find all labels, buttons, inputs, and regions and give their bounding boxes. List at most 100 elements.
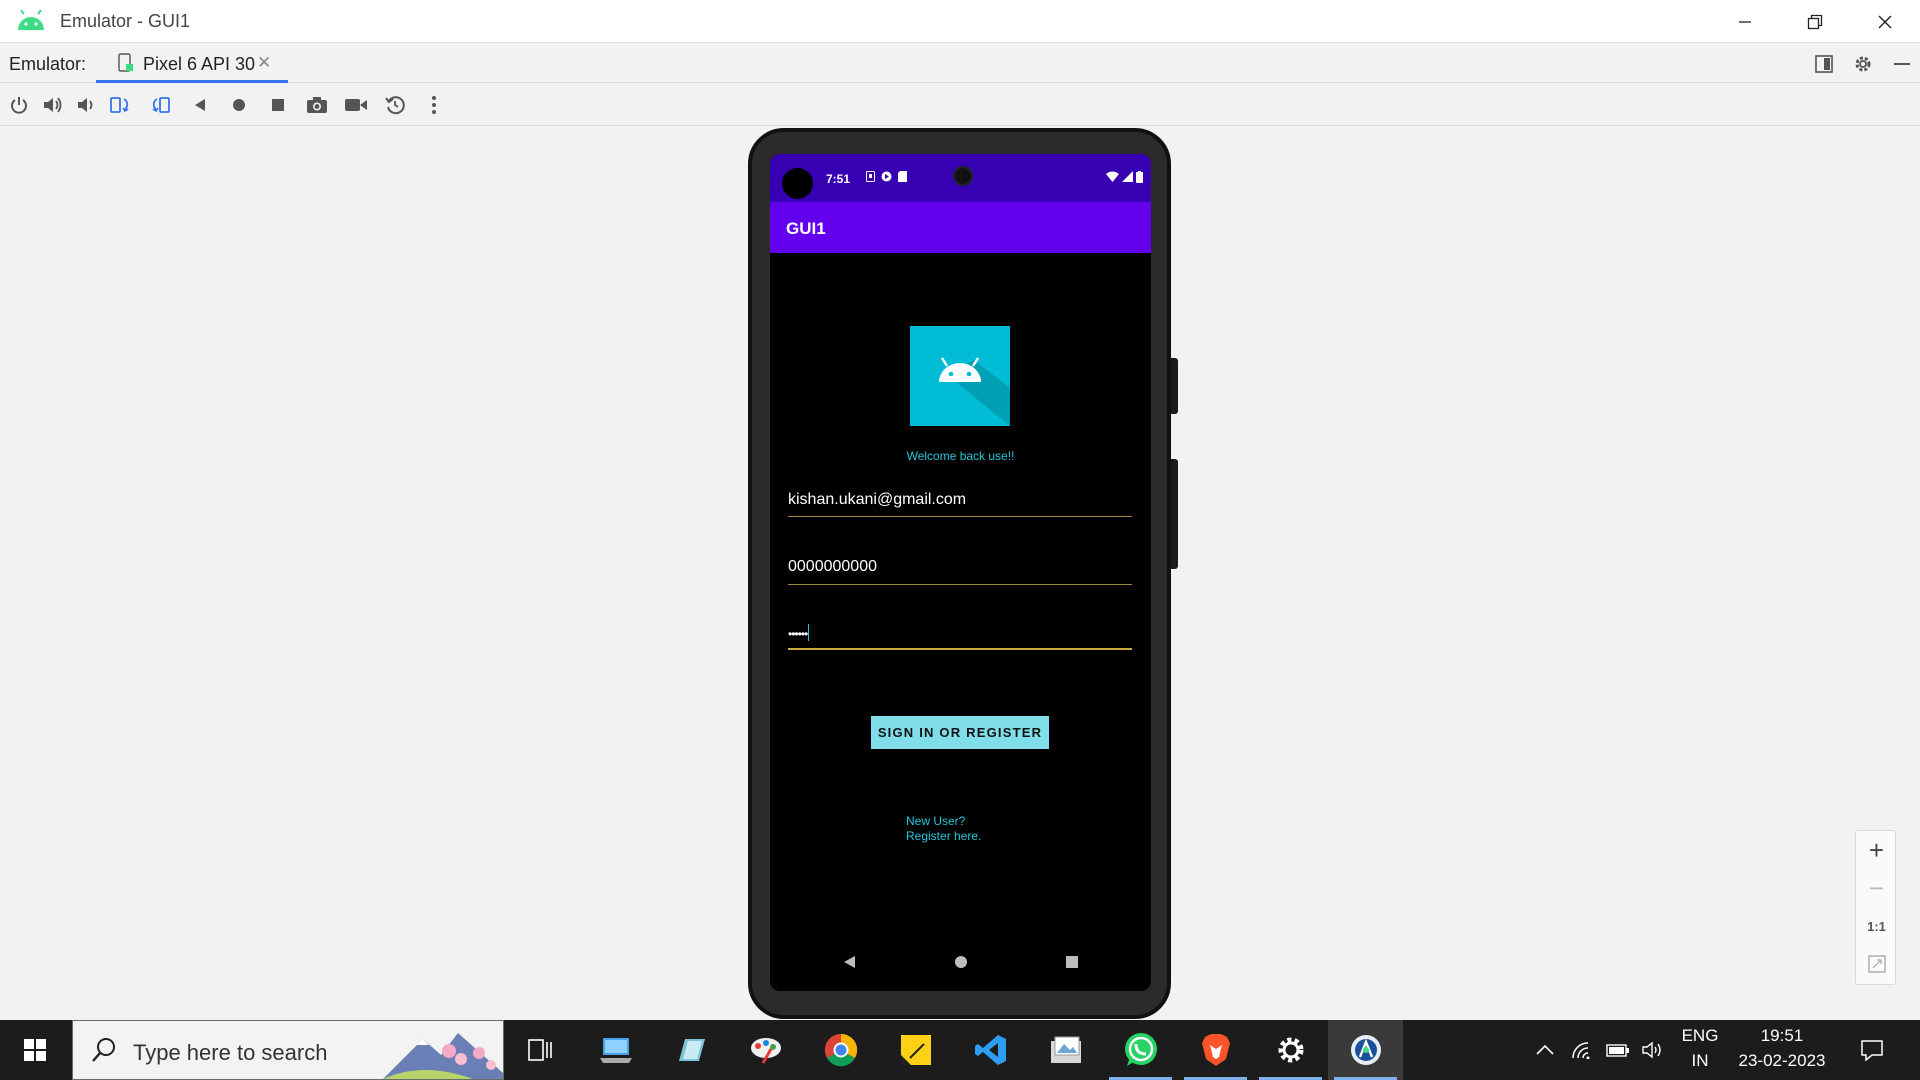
camera-icon (307, 97, 327, 113)
record-button[interactable] (344, 94, 368, 116)
taskbar-app-chrome[interactable] (803, 1020, 878, 1080)
android-studio-icon (1350, 1035, 1381, 1065)
register-link[interactable]: New User? Register here. (906, 814, 981, 844)
battery-icon (1136, 171, 1143, 183)
vscode-icon (974, 1035, 1006, 1065)
password-field[interactable]: •••••• (788, 624, 1132, 664)
app-bar: GUI1 (770, 202, 1151, 253)
zoom-out-button[interactable]: − (1856, 869, 1897, 907)
window-title: Emulator - GUI1 (60, 11, 191, 31)
minimize-button[interactable] (1710, 0, 1780, 43)
taskbar-app-whatsapp[interactable] (1103, 1020, 1178, 1080)
show-hidden-icons-button[interactable] (1530, 1020, 1560, 1080)
emulator-tab-bar: Emulator: Pixel 6 API 30 ✕ (0, 44, 1920, 83)
device-tab[interactable]: Pixel 6 API 30 ✕ (96, 44, 288, 83)
active-tab-indicator (96, 80, 288, 83)
taskbar-app-vscode[interactable] (953, 1020, 1028, 1080)
back-button[interactable] (188, 94, 212, 116)
tab-close-icon[interactable]: ✕ (257, 53, 271, 73)
gear-icon[interactable] (1852, 53, 1874, 75)
close-button[interactable] (1850, 0, 1920, 43)
nav-back-icon[interactable] (842, 955, 856, 969)
settings-icon (1278, 1037, 1303, 1063)
pencil-app-icon (678, 1039, 705, 1061)
sticky-notes-icon (900, 1035, 931, 1065)
taskbar-app-brave[interactable] (1178, 1020, 1253, 1080)
status-time: 7:51 (826, 172, 851, 186)
zoom-fit-button[interactable] (1856, 945, 1897, 983)
volume-down-button[interactable] (74, 94, 98, 116)
brave-icon (1201, 1034, 1230, 1066)
chrome-icon (824, 1033, 857, 1067)
nav-home-icon[interactable] (954, 955, 968, 969)
taskbar-app-android-studio[interactable] (1328, 1020, 1403, 1080)
clock-date: 23-02-2023 (1738, 1051, 1826, 1070)
more-button[interactable] (422, 94, 446, 116)
taskbar-app-paint[interactable] (728, 1020, 803, 1080)
zoom-actual-size-button[interactable]: 1:1 (1856, 907, 1897, 945)
record-icon (345, 99, 367, 111)
emulator-label: Emulator: (9, 54, 87, 74)
signal-icon (1122, 171, 1133, 182)
taskbar-app-pc[interactable] (578, 1020, 653, 1080)
device-power-key[interactable] (1171, 358, 1178, 414)
network-tray-button[interactable] (1567, 1020, 1597, 1080)
power-button[interactable] (7, 94, 31, 116)
reset-button[interactable] (383, 94, 407, 116)
phone-value: 0000000000 (788, 558, 877, 575)
email-underline (788, 516, 1132, 517)
taskbar-app-sticky-notes[interactable] (878, 1020, 953, 1080)
home-icon (233, 99, 245, 111)
emulator-toolbar (0, 84, 1920, 126)
task-view-icon (527, 1039, 552, 1061)
input-language-button[interactable]: ENG IN (1674, 1026, 1726, 1071)
taskbar-app-pencil[interactable] (653, 1020, 728, 1080)
overview-button[interactable] (266, 94, 290, 116)
windows-logo-icon (24, 1039, 46, 1061)
app-title: GUI1 (786, 219, 826, 238)
android-head-icon (939, 357, 1010, 426)
device-screen[interactable]: 7:51 GUI1 Welcome back use!! kishan.ukan… (770, 154, 1151, 991)
layout-icon[interactable] (1813, 53, 1835, 75)
clock-time: 19:51 (1760, 1026, 1804, 1045)
volume-up-button[interactable] (41, 94, 65, 116)
screenshot-button[interactable] (305, 94, 329, 116)
device-volume-key[interactable] (1171, 459, 1178, 569)
play-protect-icon (881, 171, 892, 182)
pc-icon (599, 1038, 632, 1063)
clock-button[interactable]: 19:51 23-02-2023 (1730, 1026, 1834, 1071)
taskbar-app-photos[interactable] (1028, 1020, 1103, 1080)
nav-overview-icon[interactable] (1065, 955, 1079, 969)
battery-tray-button[interactable] (1603, 1020, 1633, 1080)
email-field[interactable]: kishan.ukani@gmail.com (788, 489, 1132, 529)
language-code: ENG (1681, 1026, 1719, 1045)
region-code: IN (1691, 1051, 1709, 1070)
volume-down-icon (78, 98, 93, 112)
phone-field[interactable]: 0000000000 (788, 558, 1132, 598)
volume-tray-button[interactable] (1638, 1020, 1668, 1080)
rotate-left-button[interactable] (109, 94, 133, 116)
volume-up-icon (44, 97, 62, 113)
zoom-in-button[interactable]: + (1856, 831, 1897, 869)
welcome-text: Welcome back use!! (906, 449, 1015, 463)
restore-button[interactable] (1780, 0, 1850, 43)
taskbar-search-box[interactable]: Type here to search (72, 1020, 504, 1080)
task-view-button[interactable] (503, 1020, 578, 1080)
rotate-right-icon (152, 97, 170, 113)
android-logo-icon (18, 10, 44, 30)
home-button[interactable] (227, 94, 251, 116)
whatsapp-icon (1124, 1033, 1157, 1066)
notification-center-icon (1861, 1040, 1883, 1061)
register-here-line: Register here. (906, 829, 982, 843)
wifi-icon (1106, 171, 1119, 182)
hide-panel-icon[interactable] (1891, 53, 1913, 75)
wifi-tray-icon (1572, 1042, 1590, 1059)
taskbar-app-settings[interactable] (1253, 1020, 1328, 1080)
start-button[interactable] (0, 1020, 70, 1080)
sign-in-button[interactable]: SIGN IN OR REGISTER (871, 716, 1049, 749)
notification-center-button[interactable] (1852, 1020, 1892, 1080)
password-underline (788, 648, 1132, 650)
rotate-right-button[interactable] (148, 94, 172, 116)
search-placeholder: Type here to search (133, 1040, 328, 1065)
status-bar: 7:51 (770, 154, 1151, 202)
